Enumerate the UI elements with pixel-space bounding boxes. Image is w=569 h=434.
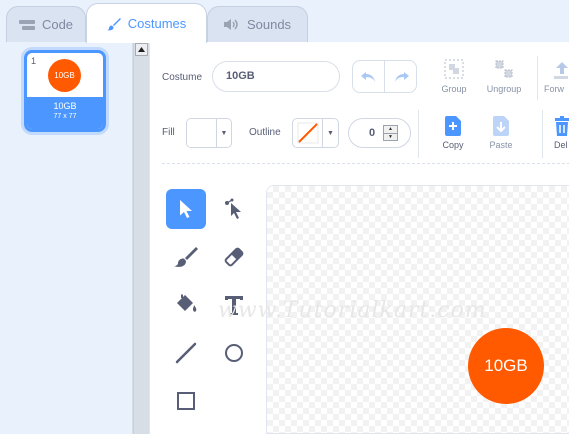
tab-code-label: Code: [41, 17, 74, 32]
list-scrollbar[interactable]: [133, 42, 149, 434]
scroll-up-button[interactable]: [135, 43, 148, 56]
line-icon: [175, 342, 197, 364]
brush-tool[interactable]: [166, 237, 206, 277]
brush-icon: [106, 17, 121, 31]
undo-button[interactable]: [353, 61, 385, 92]
triangle-up-icon: [138, 47, 145, 52]
paint-bucket-icon: [177, 294, 197, 312]
paste-icon: [493, 116, 509, 136]
forward-button[interactable]: Forw: [544, 58, 569, 94]
rectangle-icon: [177, 392, 195, 410]
paste-label: Paste: [489, 140, 513, 150]
copy-button[interactable]: Copy: [428, 114, 478, 150]
outline-label: Outline: [249, 127, 281, 138]
ungroup-label: Ungroup: [486, 84, 522, 94]
group-button[interactable]: Group: [429, 58, 479, 94]
rectangle-tool[interactable]: [166, 381, 206, 421]
costume-shape-text: 10GB: [484, 356, 528, 375]
line-tool[interactable]: [166, 333, 206, 373]
costume-name-label: 10GB: [53, 101, 77, 111]
costume-name-input[interactable]: 10GB: [212, 61, 340, 92]
tab-costumes-label: Costumes: [127, 16, 187, 31]
caret-down-icon: ▼: [220, 129, 228, 137]
fill-tool[interactable]: [166, 285, 206, 325]
costume-item[interactable]: 1 10GB 10GB 77 x 77: [24, 50, 106, 132]
ungroup-icon: [495, 60, 513, 78]
brush-icon: [174, 247, 198, 267]
delete-button[interactable]: Del: [548, 114, 569, 150]
ungroup-button[interactable]: Ungroup: [479, 58, 529, 94]
undo-icon: [360, 71, 375, 82]
circle-tool[interactable]: [214, 333, 254, 373]
tab-code[interactable]: Code: [6, 6, 86, 42]
costume-list: 1 10GB 10GB 77 x 77: [0, 42, 133, 434]
redo-icon: [394, 71, 409, 82]
reshape-icon: [225, 198, 241, 219]
toolbar-divider: [418, 110, 419, 158]
stepper-up-icon[interactable]: ▲: [384, 126, 397, 134]
outline-width-value: 0: [369, 127, 376, 139]
costume-size-label: 77 x 77: [53, 113, 77, 120]
costume-shape[interactable]: 10GB: [468, 328, 544, 404]
costume-thumbnail-text: 10GB: [54, 71, 75, 80]
tab-sounds[interactable]: Sounds: [207, 6, 308, 42]
forward-label: Forw: [544, 84, 564, 94]
circle-icon: [225, 344, 243, 362]
arrow-cursor-icon: [180, 200, 192, 218]
code-icon: [18, 19, 35, 31]
trash-icon: [555, 116, 569, 136]
paste-button[interactable]: Paste: [476, 114, 526, 150]
group-icon: [444, 59, 464, 79]
no-color-icon: [297, 122, 318, 144]
outline-width-stepper[interactable]: ▲ ▼: [383, 125, 398, 141]
toolbar-divider: [542, 110, 543, 158]
reshape-tool[interactable]: [214, 189, 254, 229]
caret-down-icon: ▼: [327, 129, 334, 137]
undo-redo-group: [352, 60, 417, 93]
fill-color-swatch: [187, 119, 217, 147]
speaker-icon: [223, 18, 240, 31]
costume-number: 1: [31, 56, 37, 66]
outline-color-swatch: [293, 119, 323, 147]
costume-name-label: Costume: [162, 72, 203, 83]
editor-tabs: Code Costumes Sounds: [0, 0, 569, 43]
copy-icon: [445, 116, 461, 136]
tab-costumes[interactable]: Costumes: [86, 3, 207, 43]
select-tool[interactable]: [166, 189, 206, 229]
fill-label: Fill: [162, 127, 175, 138]
forward-icon: [554, 62, 568, 79]
delete-label: Del: [554, 140, 568, 150]
fill-color-picker[interactable]: ▼: [186, 118, 232, 148]
eraser-tool[interactable]: [214, 237, 254, 277]
toolbar-divider: [537, 56, 538, 100]
costume-thumbnail: 10GB: [48, 59, 81, 92]
stepper-down-icon[interactable]: ▼: [384, 134, 397, 141]
redo-button[interactable]: [385, 61, 416, 92]
toolbar-separator: [162, 163, 569, 164]
outline-width-input[interactable]: 0 ▲ ▼: [348, 118, 411, 148]
outline-color-picker[interactable]: ▼: [292, 118, 339, 148]
costume-info: 10GB 77 x 77: [27, 97, 103, 129]
copy-label: Copy: [442, 140, 464, 150]
watermark: www.Tutorialkart.com: [218, 298, 487, 323]
paint-editor: Costume 10GB Group Ungroup Forw Fill ▼ O…: [149, 42, 569, 434]
group-label: Group: [441, 84, 467, 94]
eraser-icon: [224, 247, 244, 267]
tab-sounds-label: Sounds: [246, 17, 292, 32]
